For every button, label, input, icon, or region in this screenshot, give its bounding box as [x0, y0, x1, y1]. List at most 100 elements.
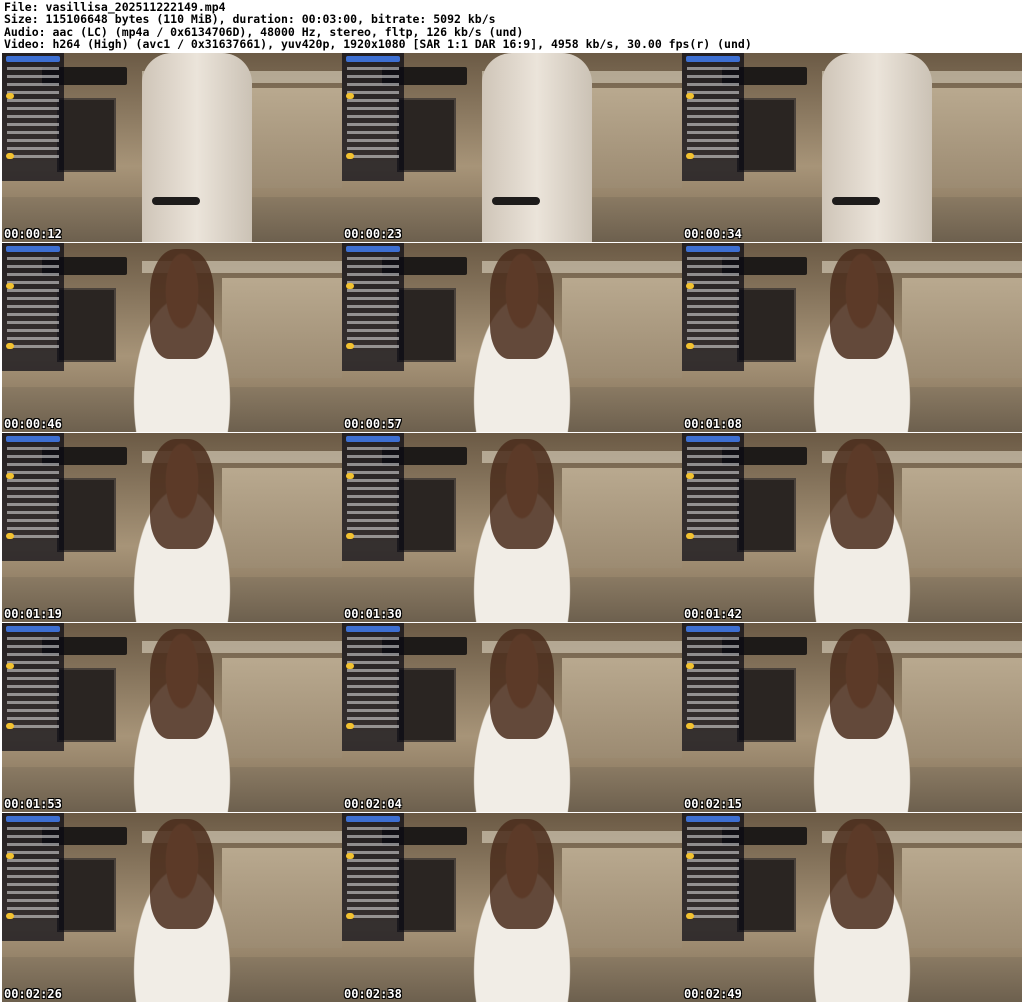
butterfly-icon — [686, 93, 694, 99]
overlay-panel-header — [346, 626, 400, 632]
butterfly-icon — [6, 663, 14, 669]
oven — [57, 668, 116, 742]
overlay-panel — [2, 623, 64, 751]
thumbnail-timestamp: 00:00:57 — [344, 417, 402, 431]
butterfly-icon — [346, 913, 354, 919]
overlay-panel — [682, 433, 744, 561]
butterfly-icon — [346, 663, 354, 669]
butterfly-icon — [686, 663, 694, 669]
overlay-panel-header — [6, 56, 60, 62]
butterfly-icon — [6, 913, 14, 919]
person-hair — [150, 629, 214, 739]
oven — [397, 668, 456, 742]
overlay-panel — [2, 813, 64, 941]
overlay-panel — [682, 623, 744, 751]
video-thumbnail: 00:02:04 — [342, 623, 682, 812]
oven — [397, 98, 456, 172]
thumbnail-timestamp: 00:01:08 — [684, 417, 742, 431]
thumbnail-timestamp: 00:02:15 — [684, 797, 742, 811]
wand-object — [492, 197, 540, 205]
video-thumbnail: 00:00:23 — [342, 53, 682, 242]
person-hair — [830, 819, 894, 929]
butterfly-icon — [346, 723, 354, 729]
person-hair — [150, 439, 214, 549]
person-hair — [150, 249, 214, 359]
oven — [737, 478, 796, 552]
video-thumbnail: 00:01:30 — [342, 433, 682, 622]
overlay-panel — [2, 433, 64, 561]
thumbnail-timestamp: 00:01:53 — [4, 797, 62, 811]
butterfly-icon — [346, 853, 354, 859]
thumbnail-timestamp: 00:02:38 — [344, 987, 402, 1001]
video-thumbnail: 00:00:34 — [682, 53, 1022, 242]
butterfly-icon — [346, 153, 354, 159]
oven — [57, 858, 116, 932]
video-thumbnail: 00:01:53 — [2, 623, 342, 812]
oven — [397, 858, 456, 932]
wand-object — [152, 197, 200, 205]
size-duration-line: Size: 115106648 bytes (110 MiB), duratio… — [4, 12, 496, 27]
butterfly-icon — [6, 343, 14, 349]
butterfly-icon — [346, 473, 354, 479]
overlay-panel — [342, 243, 404, 371]
video-thumbnail: 00:02:38 — [342, 813, 682, 1002]
thumbnail-timestamp: 00:00:46 — [4, 417, 62, 431]
video-thumbnail: 00:00:46 — [2, 243, 342, 432]
overlay-panel — [682, 53, 744, 181]
butterfly-icon — [686, 343, 694, 349]
oven — [57, 98, 116, 172]
overlay-panel-header — [686, 436, 740, 442]
oven — [57, 288, 116, 362]
overlay-panel-header — [686, 56, 740, 62]
person-hair — [830, 439, 894, 549]
overlay-panel — [342, 433, 404, 561]
overlay-panel — [342, 53, 404, 181]
overlay-panel-header — [686, 816, 740, 822]
butterfly-icon — [6, 93, 14, 99]
butterfly-icon — [346, 343, 354, 349]
thumbnail-timestamp: 00:01:19 — [4, 607, 62, 621]
butterfly-icon — [346, 93, 354, 99]
butterfly-icon — [686, 723, 694, 729]
butterfly-icon — [686, 533, 694, 539]
butterfly-icon — [6, 853, 14, 859]
butterfly-icon — [686, 853, 694, 859]
oven — [737, 668, 796, 742]
video-thumbnail: 00:01:19 — [2, 433, 342, 622]
butterfly-icon — [346, 283, 354, 289]
overlay-panel — [682, 243, 744, 371]
thumbnail-timestamp: 00:01:42 — [684, 607, 742, 621]
video-thumbnail: 00:00:57 — [342, 243, 682, 432]
person-hair — [150, 819, 214, 929]
oven — [57, 478, 116, 552]
thumbnail-timestamp: 00:02:04 — [344, 797, 402, 811]
oven — [737, 288, 796, 362]
butterfly-icon — [686, 283, 694, 289]
butterfly-icon — [346, 533, 354, 539]
thumbnail-timestamp: 00:01:30 — [344, 607, 402, 621]
overlay-panel-header — [346, 436, 400, 442]
overlay-panel-header — [346, 816, 400, 822]
video-thumbnail: 00:01:08 — [682, 243, 1022, 432]
butterfly-icon — [6, 153, 14, 159]
person-hair — [490, 629, 554, 739]
overlay-panel-header — [346, 246, 400, 252]
overlay-panel-header — [6, 626, 60, 632]
thumbnail-grid: 00:00:12 00:00:23 00:00:34 00:00:46 00:00:57… — [2, 53, 1023, 1002]
overlay-panel-header — [6, 436, 60, 442]
video-thumbnail: 00:02:15 — [682, 623, 1022, 812]
overlay-panel — [342, 813, 404, 941]
chair — [482, 53, 592, 242]
oven — [737, 98, 796, 172]
overlay-panel — [342, 623, 404, 751]
wand-object — [832, 197, 880, 205]
person-hair — [490, 439, 554, 549]
oven — [397, 288, 456, 362]
overlay-panel — [2, 53, 64, 181]
overlay-panel-header — [6, 246, 60, 252]
thumbnail-timestamp: 00:02:49 — [684, 987, 742, 1001]
video-thumbnail: 00:01:42 — [682, 433, 1022, 622]
butterfly-icon — [6, 473, 14, 479]
person-hair — [830, 629, 894, 739]
oven — [737, 858, 796, 932]
